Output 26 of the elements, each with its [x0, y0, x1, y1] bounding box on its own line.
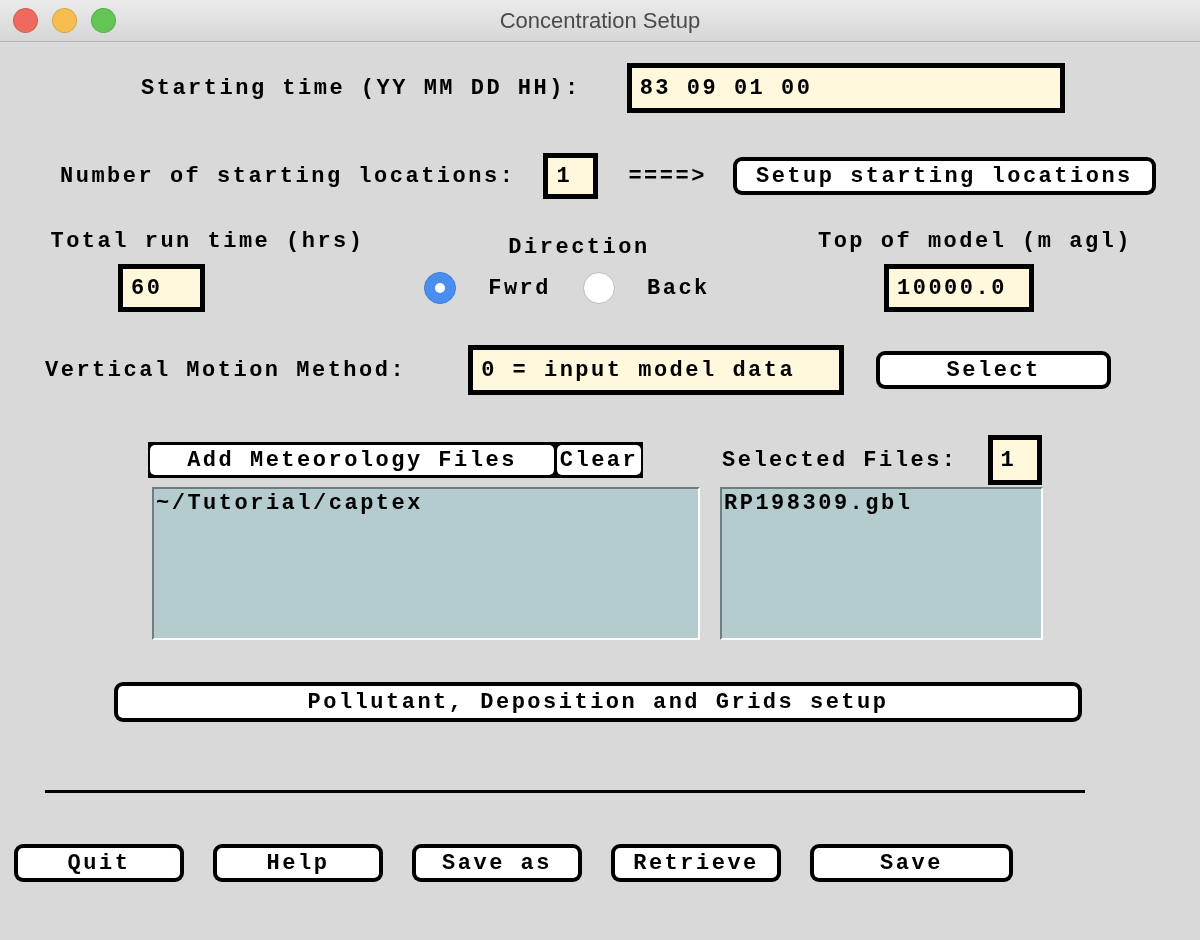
field-label: Vertical Motion Method: [45, 357, 407, 383]
arrow-text: ====> [628, 163, 707, 189]
field-label: Top of model (m agl) [817, 229, 1132, 254]
input-field[interactable]: 0 = input model data [468, 345, 845, 395]
radio-button[interactable] [424, 272, 457, 304]
add-files-button[interactable]: Add Meteorology Files [150, 445, 554, 475]
zoom-icon[interactable] [91, 8, 116, 33]
direction-label: Direction [508, 235, 650, 260]
radio-button[interactable] [583, 272, 615, 304]
minimize-icon[interactable] [52, 8, 77, 33]
input-field[interactable]: 10000.0 [884, 264, 1034, 312]
field-label: Total run time (hrs) [50, 229, 365, 254]
radio-label: Fwrd [488, 275, 551, 301]
input-field[interactable]: 1 [987, 435, 1042, 485]
input-field[interactable]: 83 09 01 00 [626, 63, 1065, 113]
window-title: Concentration Setup [499, 7, 701, 34]
input-field[interactable]: 1 [543, 153, 599, 199]
field-label: Number of starting locations: [60, 163, 516, 189]
close-icon[interactable] [13, 8, 38, 33]
radio-label: Back [647, 275, 710, 301]
clear-button[interactable]: Clear [557, 445, 641, 475]
list-item[interactable]: ~/Tutorial/captex [156, 491, 696, 516]
list-item[interactable]: RP198309.gbl [724, 491, 1039, 516]
field-label: Selected Files: [722, 447, 958, 473]
field-label: Starting time (YY MM DD HH): [141, 75, 581, 101]
input-field[interactable]: 60 [118, 264, 205, 312]
